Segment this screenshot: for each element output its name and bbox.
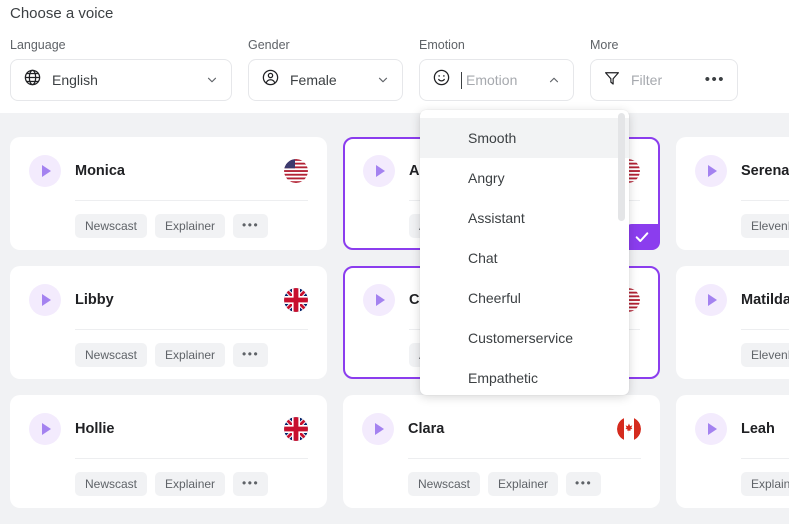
gender-select[interactable]: Female [248,59,403,101]
ca-flag-icon [617,417,641,441]
emotion-option-angry[interactable]: Angry [420,158,629,198]
voice-tags: Newscast Explainer ••• [75,343,308,367]
voice-tag[interactable]: Newscast [408,472,481,496]
emotion-option-smooth[interactable]: Smooth [420,118,629,158]
card-divider [741,458,789,459]
voice-tag[interactable]: Explainer [155,472,226,496]
voice-tag[interactable]: Newscast [75,472,148,496]
voice-tag[interactable]: ElevenLabs [741,343,789,367]
emotion-dropdown-menu[interactable]: Smooth Angry Assistant Chat Cheerful Cus… [420,110,629,395]
voice-row: Hollie Newscast Explainer ••• Clara News… [0,395,789,508]
more-label: More [590,38,619,52]
voice-tags: Newscast Explainer ••• [75,472,308,496]
voice-card[interactable]: Monica Newscast Explainer ••• [10,137,327,250]
voice-name: Matilda [741,292,789,308]
language-value: English [52,72,98,88]
emotion-select[interactable]: Emotion [419,59,574,101]
voice-tags: Newscast Explainer ••• [75,214,308,238]
us-flag-icon [284,159,308,183]
language-select[interactable]: English [10,59,232,101]
dropdown-scrollbar[interactable] [618,113,625,221]
emotion-option-assistant[interactable]: Assistant [420,198,629,238]
voice-tag[interactable]: Newscast [75,343,148,367]
voice-tag[interactable]: Explainer [488,472,559,496]
chevron-down-icon [205,73,219,87]
tag-overflow-icon[interactable]: ••• [233,472,269,496]
voice-tags: ElevenLabs [741,343,789,367]
gb-flag-icon [284,288,308,312]
play-icon[interactable] [29,155,61,187]
emotion-option-cheerful[interactable]: Cheerful [420,278,629,318]
voice-tag[interactable]: Explainer [155,343,226,367]
play-icon[interactable] [695,284,727,316]
voice-name: Monica [75,163,125,179]
voice-card[interactable]: Hollie Newscast Explainer ••• [10,395,327,508]
play-icon[interactable] [362,413,394,445]
voice-tags: Newscast Explainer ••• [408,472,641,496]
voice-card-grid: Monica Newscast Explainer ••• Serena Ele… [0,113,789,524]
play-icon[interactable] [695,413,727,445]
person-icon [261,68,280,92]
chevron-down-icon [376,73,390,87]
voice-tags: ElevenLabs [741,214,789,238]
text-caret [461,71,462,89]
voice-tag[interactable]: Explainer [155,214,226,238]
play-icon[interactable] [29,284,61,316]
language-label: Language [10,38,66,52]
filter-bar: Language English Gender Female Emotion E… [0,37,789,105]
voice-name: Serena [741,163,789,179]
filter-group-emotion: Emotion Emotion [419,37,574,101]
voice-card[interactable]: Libby Newscast Explainer ••• [10,266,327,379]
gender-label: Gender [248,38,290,52]
voice-tag[interactable]: ElevenLabs [741,214,789,238]
page-title: Choose a voice [10,5,114,22]
selected-check-icon [624,224,660,250]
tag-overflow-icon[interactable]: ••• [233,214,269,238]
tag-overflow-icon[interactable]: ••• [566,472,602,496]
voice-tag[interactable]: Explainer [741,472,789,496]
voice-row: Libby Newscast Explainer ••• Matilda Ele… [0,266,789,379]
chevron-up-icon[interactable] [547,73,561,87]
overflow-menu-icon[interactable]: ••• [705,72,725,87]
gender-value: Female [290,72,337,88]
globe-icon [23,68,42,92]
play-icon[interactable] [363,284,395,316]
play-icon[interactable] [363,155,395,187]
filter-group-more: More Filter ••• [590,37,738,101]
play-icon[interactable] [695,155,727,187]
card-divider [75,329,308,330]
emotion-option-empathetic[interactable]: Empathetic [420,358,629,395]
voice-name: Hollie [75,421,115,437]
emotion-input[interactable]: Emotion [466,72,537,88]
gb-flag-icon [284,417,308,441]
filter-input[interactable]: Filter [631,72,695,88]
card-divider [741,329,789,330]
card-divider [75,200,308,201]
voice-name: Clara [408,421,445,437]
tag-overflow-icon[interactable]: ••• [233,343,269,367]
filter-group-language: Language English [10,37,232,101]
voice-tag[interactable]: Newscast [75,214,148,238]
voice-tags: Explainer [741,472,789,496]
card-divider [741,200,789,201]
smiley-icon [432,68,451,92]
card-divider [75,458,308,459]
voice-row: Monica Newscast Explainer ••• Serena Ele… [0,137,789,250]
emotion-option-chat[interactable]: Chat [420,238,629,278]
filter-group-gender: Gender Female [248,37,403,101]
play-icon[interactable] [29,413,61,445]
voice-card[interactable]: Leah Explainer [676,395,789,508]
voice-name: Leah [741,421,775,437]
card-divider [408,458,641,459]
voice-card[interactable]: Clara Newscast Explainer ••• [343,395,660,508]
more-filter-box[interactable]: Filter ••• [590,59,738,101]
voice-card[interactable]: Serena ElevenLabs [676,137,789,250]
voice-card[interactable]: Matilda ElevenLabs [676,266,789,379]
emotion-label: Emotion [419,38,465,52]
funnel-icon [603,69,621,92]
emotion-option-customerservice[interactable]: Customerservice [420,318,629,358]
voice-name: Libby [75,292,114,308]
emotion-option-list: Smooth Angry Assistant Chat Cheerful Cus… [420,110,629,395]
